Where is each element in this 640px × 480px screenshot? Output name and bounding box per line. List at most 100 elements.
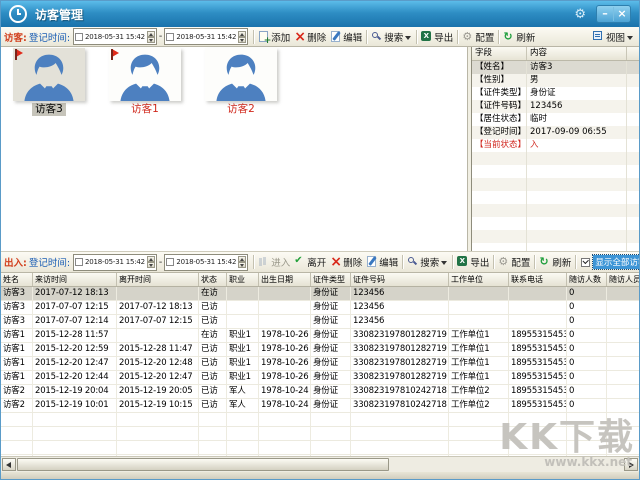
table-row[interactable]: 访客12015-12-20 12:592015-12-28 11:47已访职业1… bbox=[1, 343, 639, 357]
table-cell: 身份证 bbox=[311, 385, 351, 398]
visitor-card[interactable]: 访客1 bbox=[109, 48, 181, 116]
settings-gear-icon[interactable] bbox=[574, 8, 586, 21]
toolbar-separator bbox=[253, 30, 254, 44]
field-value: 访客3 bbox=[527, 61, 627, 74]
empty-row bbox=[472, 191, 640, 204]
empty-cell bbox=[567, 413, 607, 426]
table-cell: 访客1 bbox=[1, 329, 33, 342]
field-row[interactable]: 【性别】男 bbox=[472, 74, 640, 87]
column-header[interactable]: 工作单位 bbox=[449, 273, 509, 286]
field-row[interactable]: 【登记时间】2017-09-09 06:55 bbox=[472, 126, 640, 139]
app-window: 访客管理 访客: 登记时间: 2018-05-31 15:42-2018-05-… bbox=[0, 0, 640, 480]
empty-row bbox=[472, 243, 640, 251]
dropdown-arrow-icon bbox=[405, 33, 412, 41]
column-header[interactable]: 状态 bbox=[199, 273, 227, 286]
table-cell: 已访 bbox=[199, 315, 227, 328]
table-row[interactable]: 访客22015-12-19 20:042015-12-19 20:05已访军人1… bbox=[1, 385, 639, 399]
column-header[interactable]: 随访人员 bbox=[607, 273, 640, 286]
table-row[interactable]: 访客12015-12-28 11:57在访职业11978-10-26身份证330… bbox=[1, 329, 639, 343]
visitor-date-checkbox[interactable] bbox=[166, 33, 174, 41]
toolbar-button-export[interactable]: 导出 bbox=[420, 30, 454, 44]
toolbar-button-config[interactable]: 配置 bbox=[461, 30, 495, 44]
column-header[interactable]: 姓名 bbox=[1, 273, 33, 286]
column-header-field[interactable]: 字段 bbox=[472, 47, 527, 60]
toolbar-button-config[interactable]: 配置 bbox=[497, 255, 531, 269]
export-icon bbox=[457, 256, 468, 268]
field-row[interactable]: 【证件类型】身份证 bbox=[472, 87, 640, 100]
table-row[interactable]: 访客22015-12-19 10:012015-12-19 10:15已访军人1… bbox=[1, 399, 639, 413]
empty-cell bbox=[227, 413, 259, 426]
table-row[interactable]: 访客32017-07-12 18:13在访身份证1234560 bbox=[1, 287, 639, 301]
button-label: 刷新 bbox=[516, 30, 535, 44]
toolbar-button-delete[interactable]: 删除 bbox=[293, 30, 327, 44]
table-cell: 2015-12-28 11:47 bbox=[117, 343, 199, 356]
toolbar-button-export[interactable]: 导出 bbox=[456, 255, 490, 269]
visitor-date-from-field[interactable]: 2018-05-31 15:42 bbox=[73, 28, 157, 45]
toolbar-button-edit[interactable]: 编辑 bbox=[329, 30, 363, 44]
table-cell: 工作单位2 bbox=[449, 399, 509, 412]
visitor-date-checkbox[interactable] bbox=[75, 33, 83, 41]
close-button[interactable] bbox=[614, 7, 630, 21]
show-all-checkbox-icon[interactable] bbox=[581, 258, 590, 267]
column-header[interactable]: 证件类型 bbox=[311, 273, 351, 286]
toolbar-button-edit[interactable]: 编辑 bbox=[365, 255, 399, 269]
toolbar-button-refresh[interactable]: 刷新 bbox=[538, 255, 572, 269]
spinner-down-icon[interactable] bbox=[147, 37, 155, 43]
column-header[interactable]: 证件号码 bbox=[351, 273, 449, 286]
visitor-card[interactable]: 访客2 bbox=[205, 48, 277, 116]
toolbar-separator bbox=[498, 30, 499, 44]
access-date-checkbox[interactable] bbox=[75, 258, 83, 266]
table-cell: 18955315453 bbox=[509, 371, 567, 384]
table-row[interactable]: 访客12015-12-20 12:442015-12-20 12:47已访职业1… bbox=[1, 371, 639, 385]
spinner-down-icon[interactable] bbox=[238, 262, 246, 268]
table-cell: 0 bbox=[567, 385, 607, 398]
button-label: 导出 bbox=[434, 30, 453, 44]
field-row[interactable]: 【居住状态】临时 bbox=[472, 113, 640, 126]
spinner-down-icon[interactable] bbox=[238, 37, 246, 43]
column-header[interactable]: 来访时间 bbox=[33, 273, 117, 286]
toolbar-button-add[interactable]: 添加 bbox=[257, 30, 291, 44]
horizontal-scrollbar[interactable] bbox=[1, 456, 639, 472]
column-header-content[interactable]: 内容 bbox=[527, 47, 627, 60]
toolbar-button-search[interactable]: 搜索 bbox=[406, 255, 449, 269]
visitor-date-to-field[interactable]: 2018-05-31 15:42 bbox=[164, 28, 248, 45]
column-header[interactable]: 随访人数 bbox=[567, 273, 607, 286]
minimize-button[interactable] bbox=[597, 7, 614, 21]
toolbar-button-leave[interactable]: 离开 bbox=[293, 255, 327, 269]
empty-cell bbox=[627, 165, 640, 178]
scroll-left-button[interactable] bbox=[2, 458, 16, 471]
empty-cell bbox=[351, 413, 449, 426]
spinner-down-icon[interactable] bbox=[147, 262, 155, 268]
column-header[interactable]: 职业 bbox=[227, 273, 259, 286]
empty-cell bbox=[472, 204, 527, 217]
toolbar-button-refresh[interactable]: 刷新 bbox=[502, 30, 536, 44]
show-all-label: 显示全部访客出入记录 bbox=[593, 255, 639, 269]
table-cell: 0 bbox=[567, 301, 607, 314]
table-cell: 已访 bbox=[199, 343, 227, 356]
show-all-records-toggle[interactable]: 显示全部访客出入记录 bbox=[581, 255, 639, 269]
empty-cell bbox=[627, 191, 640, 204]
table-row[interactable]: 访客32017-07-07 12:152017-07-12 18:13已访身份证… bbox=[1, 301, 639, 315]
toolbar-button-delete[interactable]: 删除 bbox=[329, 255, 363, 269]
table-row[interactable]: 访客32017-07-07 12:142017-07-07 12:15已访身份证… bbox=[1, 315, 639, 329]
table-row[interactable]: 访客12015-12-20 12:472015-12-20 12:48已访职业1… bbox=[1, 357, 639, 371]
access-date-from-field[interactable]: 2018-05-31 15:42 bbox=[73, 254, 157, 271]
empty-cell bbox=[472, 152, 527, 165]
view-button[interactable]: 视图 bbox=[592, 30, 635, 44]
field-row[interactable]: 【证件号码】123456 bbox=[472, 100, 640, 113]
scrollbar-thumb[interactable] bbox=[17, 458, 389, 471]
field-row[interactable]: 【当前状态】入 bbox=[472, 139, 640, 152]
column-header[interactable]: 联系电话 bbox=[509, 273, 567, 286]
column-header[interactable]: 离开时间 bbox=[117, 273, 199, 286]
column-header[interactable]: 出生日期 bbox=[259, 273, 311, 286]
visitor-card[interactable]: 访客3 bbox=[13, 48, 85, 116]
access-date-checkbox[interactable] bbox=[166, 258, 174, 266]
search-icon bbox=[371, 31, 382, 43]
visitor-date-range: 2018-05-31 15:42-2018-05-31 15:42 bbox=[72, 28, 249, 45]
empty-cell bbox=[627, 243, 640, 251]
toolbar-button-search[interactable]: 搜索 bbox=[370, 30, 413, 44]
field-row[interactable]: 【姓名】访客3 bbox=[472, 61, 640, 74]
scroll-right-button[interactable] bbox=[624, 458, 638, 471]
records-table-header: 姓名来访时间离开时间状态职业出生日期证件类型证件号码工作单位联系电话随访人数随访… bbox=[1, 273, 639, 287]
access-date-to-field[interactable]: 2018-05-31 15:42 bbox=[164, 254, 248, 271]
